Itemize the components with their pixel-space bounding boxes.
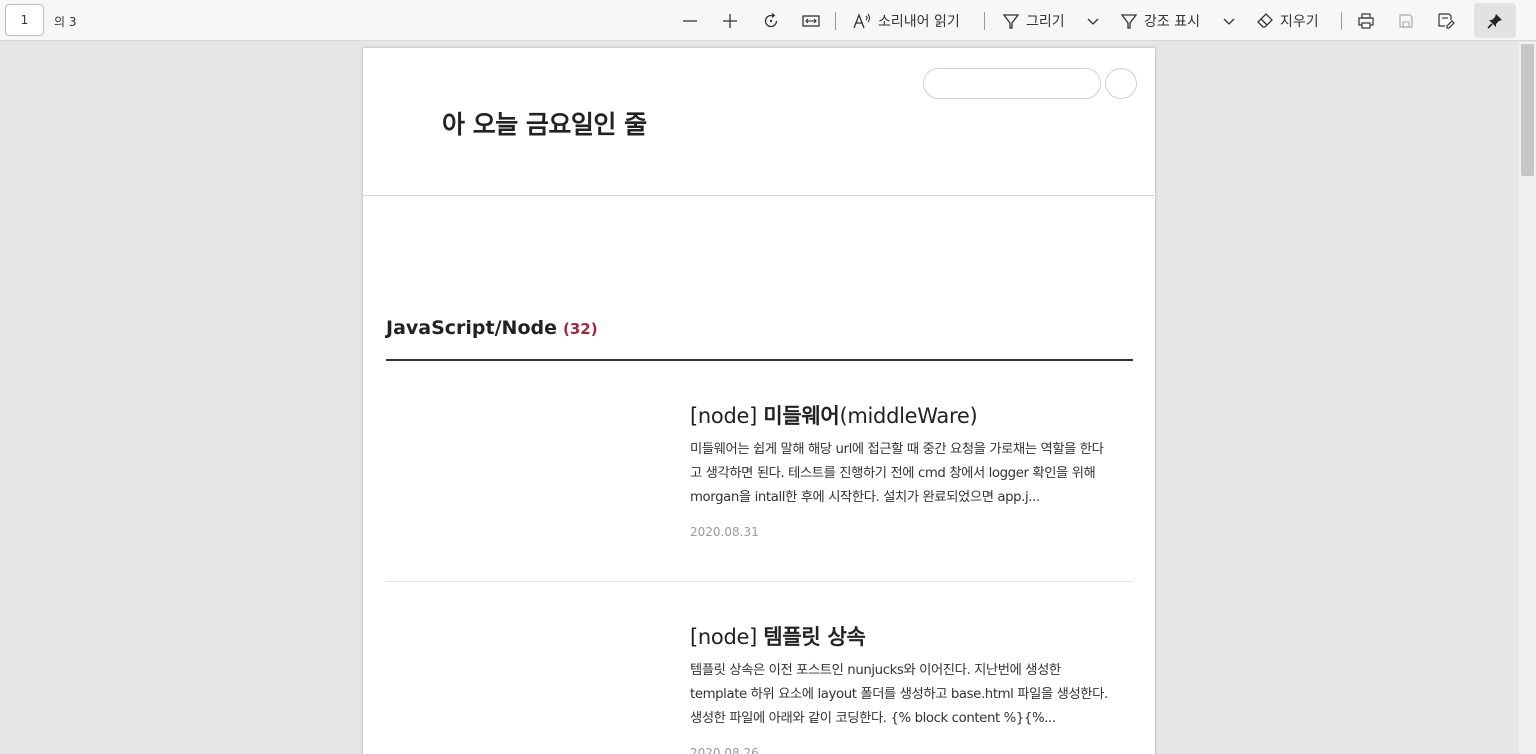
category-title: JavaScript/Node (32): [386, 317, 598, 339]
search-button[interactable]: [1105, 68, 1137, 99]
pin-icon: [1487, 13, 1502, 29]
category-count: (32): [563, 320, 598, 338]
pdf-page: 아 오늘 금요일인 줄 JavaScript/Node (32) [node] 미…: [363, 48, 1155, 754]
erase-label: 지우기: [1280, 13, 1319, 30]
page-total-label: 의 3: [54, 15, 77, 29]
post-excerpt: 템플릿 상속은 이전 포스트인 nunjucks와 이어진다. 지난번에 생성한…: [690, 663, 1108, 726]
rotate-icon: [764, 12, 778, 27]
category-divider: [386, 359, 1133, 361]
print-icon: [1358, 12, 1374, 29]
highlight-icon: [1120, 13, 1138, 29]
post-title-prefix: [node]: [690, 625, 764, 649]
post-title[interactable]: [node] 템플릿 상속: [690, 621, 866, 651]
draw-button[interactable]: 그리기: [1002, 0, 1065, 41]
toolbar-separator: [984, 12, 985, 30]
page-number-input[interactable]: 1: [5, 4, 44, 36]
highlight-label: 강조 표시: [1144, 13, 1200, 30]
chevron-down-icon: [1087, 18, 1099, 25]
save-button[interactable]: [1394, 0, 1418, 41]
pdf-toolbar: 1 의 3 소리내어 읽기 그리기 강조 표시 지우기: [0, 0, 1536, 41]
save-as-icon: [1438, 12, 1455, 29]
fit-width-button[interactable]: [799, 0, 823, 41]
print-button[interactable]: [1354, 0, 1378, 41]
draw-icon: [1002, 13, 1020, 29]
read-aloud-label: 소리내어 읽기: [878, 13, 960, 30]
save-icon: [1399, 13, 1413, 28]
post-title[interactable]: [node] 미들웨어(middleWare): [690, 400, 978, 430]
post-excerpt: 미들웨어는 쉽게 말해 해당 url에 접근할 때 중간 요청을 가로채는 역할…: [690, 442, 1104, 505]
zoom-out-button[interactable]: [678, 0, 702, 41]
post-title-suffix: (middleWare): [839, 404, 978, 428]
pin-toolbar-button[interactable]: [1474, 3, 1516, 38]
rotate-button[interactable]: [758, 0, 784, 41]
search-input[interactable]: [923, 68, 1101, 99]
save-as-button[interactable]: [1434, 0, 1458, 41]
read-aloud-button[interactable]: 소리내어 읽기: [852, 0, 960, 41]
post-date: 2020.08.31: [690, 525, 759, 539]
post-title-prefix: [node]: [690, 404, 764, 428]
header-divider: [363, 195, 1155, 196]
draw-options-button[interactable]: [1083, 0, 1103, 41]
minus-icon: [683, 19, 697, 22]
read-aloud-icon: [853, 12, 871, 28]
zoom-in-button[interactable]: [718, 0, 742, 41]
chevron-down-icon: [1223, 18, 1235, 25]
post-date: 2020.08.26: [690, 746, 759, 754]
post-title-bold: 미들웨어: [763, 404, 840, 428]
post-divider: [386, 581, 1133, 582]
fit-width-icon: [802, 14, 820, 27]
scrollbar-thumb[interactable]: [1521, 44, 1534, 176]
eraser-icon: [1257, 12, 1273, 28]
highlight-options-button[interactable]: [1219, 0, 1239, 41]
toolbar-separator: [1341, 12, 1342, 30]
category-name: JavaScript/Node: [386, 317, 557, 339]
plus-icon: [723, 13, 737, 28]
erase-button[interactable]: 지우기: [1256, 0, 1319, 41]
draw-label: 그리기: [1026, 13, 1065, 30]
post-title-bold: 템플릿 상속: [763, 625, 866, 649]
blog-title: 아 오늘 금요일인 줄: [442, 110, 647, 139]
toolbar-separator: [835, 12, 836, 30]
highlight-button[interactable]: 강조 표시: [1120, 0, 1200, 41]
